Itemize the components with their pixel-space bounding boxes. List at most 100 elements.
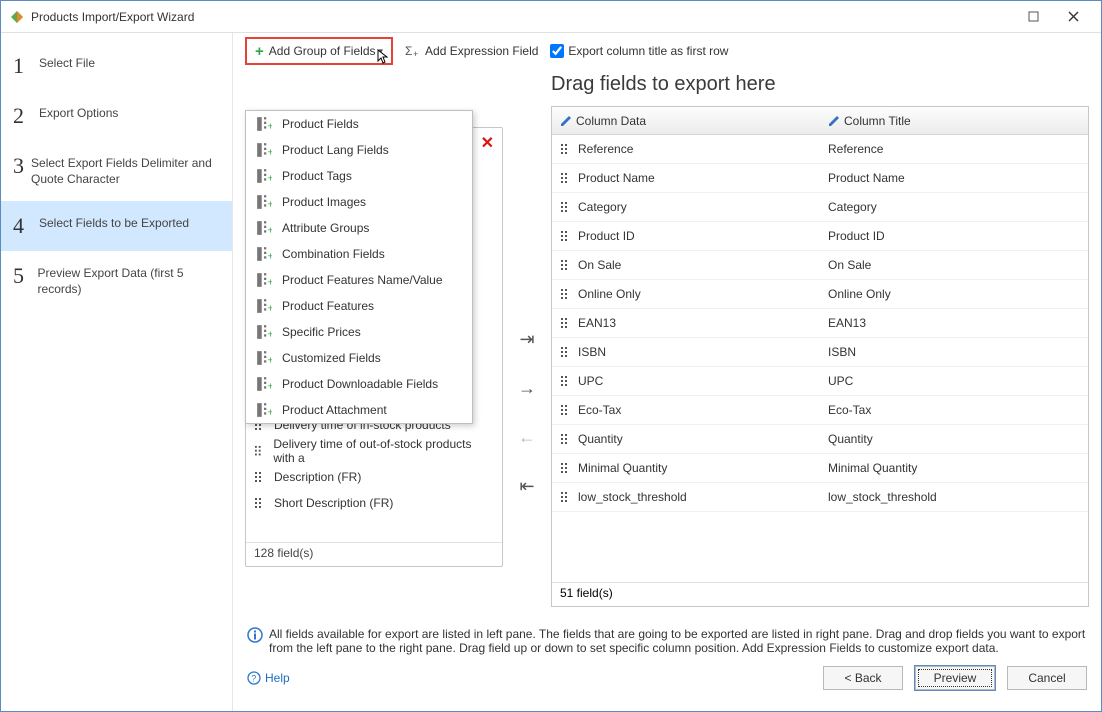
dropdown-item[interactable]: +Product Features	[246, 293, 472, 319]
group-icon: +	[256, 298, 272, 314]
table-row[interactable]: low_stock_thresholdlow_stock_threshold	[552, 483, 1088, 512]
export-fields-count: 51 field(s)	[552, 582, 1088, 606]
add-group-of-fields-button[interactable]: + Add Group of Fields ▾	[245, 37, 393, 65]
grip-icon	[560, 172, 572, 184]
table-row[interactable]: On SaleOn Sale	[552, 251, 1088, 280]
grip-icon	[560, 317, 572, 329]
add-one-icon[interactable]: →	[518, 378, 536, 399]
table-row[interactable]: EAN13EAN13	[552, 309, 1088, 338]
svg-text:+: +	[267, 122, 272, 132]
dropdown-item[interactable]: +Product Tags	[246, 163, 472, 189]
available-field-row[interactable]: Delivery time of out-of-stock products w…	[246, 438, 502, 464]
grip-icon	[254, 445, 265, 457]
table-row[interactable]: Minimal QuantityMinimal Quantity	[552, 454, 1088, 483]
footer-bar: ? Help < Back Preview Cancel	[233, 659, 1101, 711]
group-icon: +	[256, 220, 272, 236]
dropdown-item[interactable]: +Attribute Groups	[246, 215, 472, 241]
wizard-step-2[interactable]: 2Export Options	[1, 91, 232, 141]
close-button[interactable]	[1053, 3, 1093, 31]
export-columns-table[interactable]: Column Data Column Title ReferenceRefere…	[551, 106, 1089, 607]
grip-icon	[560, 346, 572, 358]
app-icon	[9, 9, 25, 25]
table-row[interactable]: Product IDProduct ID	[552, 222, 1088, 251]
plus-icon: +	[255, 43, 264, 60]
dropdown-item[interactable]: +Specific Prices	[246, 319, 472, 345]
dropdown-item[interactable]: +Combination Fields	[246, 241, 472, 267]
svg-text:+: +	[267, 148, 272, 158]
svg-text:+: +	[413, 49, 418, 59]
group-icon: +	[256, 194, 272, 210]
svg-text:+: +	[267, 226, 272, 236]
grip-icon	[560, 201, 572, 213]
dropdown-item[interactable]: +Product Downloadable Fields	[246, 371, 472, 397]
info-icon	[247, 627, 263, 643]
dropdown-item[interactable]: +Product Lang Fields	[246, 137, 472, 163]
cancel-button[interactable]: Cancel	[1007, 666, 1087, 690]
clear-icon[interactable]: ✕	[481, 133, 494, 153]
toolbar: + Add Group of Fields ▾ Σ+ Add Expressio…	[233, 33, 1101, 69]
grip-icon	[560, 375, 572, 387]
group-icon: +	[256, 402, 272, 418]
grip-icon	[254, 497, 266, 509]
back-button[interactable]: < Back	[823, 666, 903, 690]
wizard-step-4[interactable]: 4Select Fields to be Exported	[1, 201, 232, 251]
svg-text:+: +	[267, 382, 272, 392]
info-text: All fields available for export are list…	[233, 615, 1101, 659]
table-row[interactable]: UPCUPC	[552, 367, 1088, 396]
svg-text:+: +	[267, 330, 272, 340]
add-group-dropdown[interactable]: +Product Fields+Product Lang Fields+Prod…	[245, 110, 473, 424]
grip-icon	[560, 288, 572, 300]
svg-text:+: +	[267, 278, 272, 288]
group-icon: +	[256, 116, 272, 132]
table-row[interactable]: Online OnlyOnline Only	[552, 280, 1088, 309]
pencil-icon	[828, 115, 840, 127]
wizard-step-3[interactable]: 3Select Export Fields Delimiter and Quot…	[1, 141, 232, 201]
export-first-row-checkbox[interactable]: Export column title as first row	[550, 44, 728, 58]
available-fields-count: 128 field(s)	[246, 542, 502, 566]
svg-text:+: +	[267, 200, 272, 210]
help-link[interactable]: ? Help	[247, 671, 290, 685]
table-row[interactable]: Product NameProduct Name	[552, 164, 1088, 193]
table-row[interactable]: ReferenceReference	[552, 135, 1088, 164]
add-all-icon[interactable]: ⇥	[519, 329, 534, 350]
dropdown-item[interactable]: +Customized Fields	[246, 345, 472, 371]
remove-all-icon[interactable]: ⇤	[519, 476, 534, 497]
wizard-step-5[interactable]: 5Preview Export Data (first 5 records)	[1, 251, 232, 311]
grip-icon	[254, 471, 266, 483]
svg-text:+: +	[267, 408, 272, 418]
svg-text:+: +	[267, 304, 272, 314]
add-expression-field-button[interactable]: Σ+ Add Expression Field	[405, 43, 538, 59]
dropdown-item[interactable]: +Product Features Name/Value	[246, 267, 472, 293]
export-first-row-checkbox-input[interactable]	[550, 44, 564, 58]
group-icon: +	[256, 272, 272, 288]
dropdown-item[interactable]: +Product Fields	[246, 111, 472, 137]
grip-icon	[560, 230, 572, 242]
grip-icon	[560, 462, 572, 474]
pencil-icon	[560, 115, 572, 127]
remove-one-icon[interactable]: ←	[518, 427, 536, 448]
table-header: Column Data Column Title	[552, 107, 1088, 135]
dropdown-item[interactable]: +Product Images	[246, 189, 472, 215]
grip-icon	[560, 491, 572, 503]
svg-text:?: ?	[251, 674, 256, 684]
dropdown-item[interactable]: +Product Attachment	[246, 397, 472, 423]
transfer-buttons: ⇥ → ← ⇤	[511, 69, 543, 607]
table-row[interactable]: Eco-TaxEco-Tax	[552, 396, 1088, 425]
svg-text:+: +	[267, 174, 272, 184]
group-icon: +	[256, 168, 272, 184]
maximize-button[interactable]	[1013, 3, 1053, 31]
table-row[interactable]: QuantityQuantity	[552, 425, 1088, 454]
group-icon: +	[256, 376, 272, 392]
available-field-row[interactable]: Short Description (FR)	[246, 490, 502, 516]
table-row[interactable]: CategoryCategory	[552, 193, 1088, 222]
preview-button[interactable]: Preview	[915, 666, 995, 690]
available-field-row[interactable]: Description (FR)	[246, 464, 502, 490]
group-icon: +	[256, 246, 272, 262]
export-drop-title: Drag fields to export here	[551, 73, 1089, 96]
window-title: Products Import/Export Wizard	[31, 10, 1013, 24]
wizard-step-1[interactable]: 1Select File	[1, 41, 232, 91]
group-icon: +	[256, 324, 272, 340]
svg-text:+: +	[267, 356, 272, 366]
table-row[interactable]: ISBNISBN	[552, 338, 1088, 367]
grip-icon	[560, 143, 572, 155]
